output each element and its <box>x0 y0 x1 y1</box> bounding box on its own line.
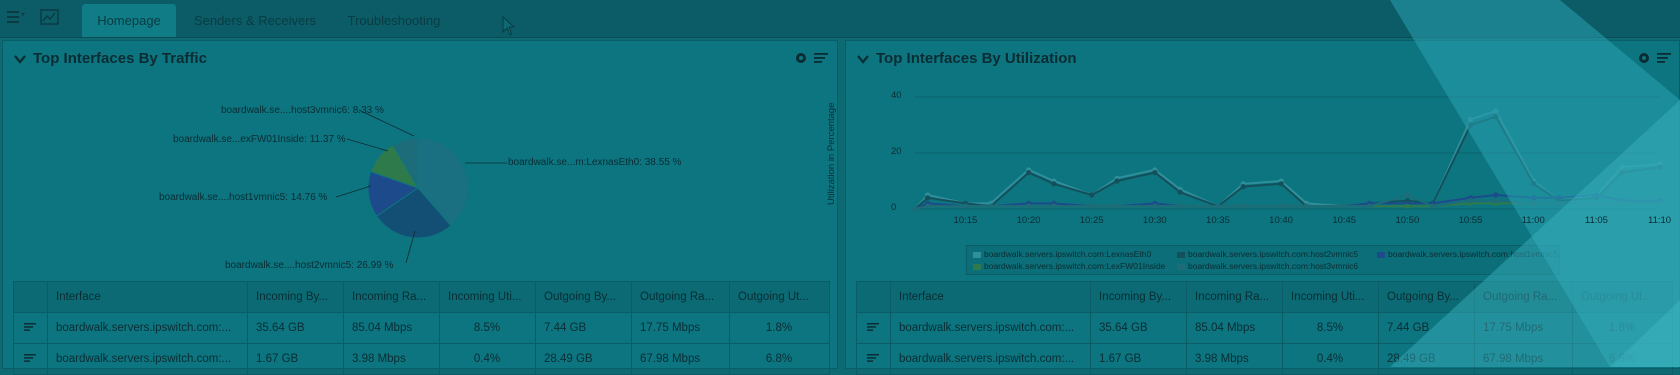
x-tick-label: 10:30 <box>1142 215 1167 226</box>
chart-legend: boardwalk.servers.ipswitch.com:LexnasEth… <box>966 245 1560 275</box>
data-point[interactable] <box>1404 203 1411 209</box>
data-point[interactable] <box>1594 200 1600 206</box>
legend-label: boardwalk.servers.ipswitch.com:host1vmni… <box>1388 249 1559 259</box>
data-point[interactable] <box>1531 181 1537 187</box>
data-point[interactable] <box>1303 203 1310 209</box>
x-tick-label: 10:20 <box>1016 215 1041 226</box>
data-point[interactable] <box>1152 170 1158 176</box>
data-point[interactable] <box>1493 192 1499 198</box>
legend-label: boardwalk.servers.ipswitch.com:host3vmni… <box>1188 261 1359 271</box>
legend-item[interactable]: boardwalk.servers.ipswitch.com:LexFW01In… <box>973 261 1165 271</box>
data-point[interactable] <box>1531 195 1537 201</box>
legend-swatch <box>973 263 981 270</box>
x-tick-label: 10:35 <box>1206 215 1230 226</box>
data-point[interactable] <box>1657 164 1663 170</box>
x-tick-label: 10:15 <box>953 215 978 226</box>
data-point[interactable] <box>1177 189 1183 195</box>
data-point[interactable] <box>1089 192 1095 198</box>
x-tick-label: 10:25 <box>1079 215 1104 226</box>
data-point[interactable] <box>1531 200 1537 206</box>
data-point[interactable] <box>1467 198 1474 204</box>
legend-label: boardwalk.servers.ipswitch.com:LexnasEth… <box>984 249 1152 259</box>
x-tick-label: 10:40 <box>1269 215 1293 226</box>
y-tick-label: 0 <box>891 202 897 213</box>
x-tick-label: 10:45 <box>1332 215 1357 226</box>
data-point[interactable] <box>1341 203 1347 209</box>
data-point[interactable] <box>925 195 931 201</box>
legend-swatch <box>973 251 981 258</box>
data-point[interactable] <box>1467 122 1474 128</box>
data-point[interactable] <box>1051 181 1057 187</box>
data-point[interactable] <box>1026 203 1032 209</box>
data-point[interactable] <box>1114 203 1120 209</box>
data-point[interactable] <box>912 206 918 212</box>
data-point[interactable] <box>1619 200 1625 206</box>
legend-item[interactable]: boardwalk.servers.ipswitch.com:host1vmni… <box>1377 249 1558 259</box>
utilization-line-chart <box>912 96 1663 212</box>
data-point[interactable] <box>1366 203 1373 209</box>
legend-item[interactable]: boardwalk.servers.ipswitch.com:host2vmni… <box>1177 249 1358 259</box>
x-tick-label: 11:00 <box>1521 215 1545 226</box>
data-point[interactable] <box>1278 181 1284 187</box>
data-point[interactable] <box>962 203 969 209</box>
series-line[interactable] <box>914 115 1661 210</box>
x-tick-label: 11:05 <box>1584 215 1608 226</box>
data-point[interactable] <box>1215 203 1221 209</box>
data-point[interactable] <box>988 203 994 209</box>
data-point[interactable] <box>1467 116 1474 122</box>
legend-swatch <box>1377 251 1385 258</box>
data-point[interactable] <box>925 203 931 209</box>
data-point[interactable] <box>1619 170 1625 176</box>
data-point[interactable] <box>1404 192 1411 198</box>
y-tick-label: 20 <box>891 146 902 157</box>
data-point[interactable] <box>1556 195 1562 201</box>
legend-swatch <box>1177 263 1185 270</box>
data-point[interactable] <box>1657 200 1663 206</box>
x-tick-label: 10:50 <box>1395 215 1420 226</box>
data-point[interactable] <box>1493 108 1499 114</box>
data-point[interactable] <box>1556 200 1562 206</box>
legend-item[interactable]: boardwalk.servers.ipswitch.com:LexnasEth… <box>973 249 1151 259</box>
legend-item[interactable]: boardwalk.servers.ipswitch.com:host3vmni… <box>1177 261 1358 271</box>
data-point[interactable] <box>1430 203 1436 209</box>
data-point[interactable] <box>1051 203 1057 209</box>
data-point[interactable] <box>1493 114 1499 120</box>
data-point[interactable] <box>1240 203 1246 209</box>
data-point[interactable] <box>1177 203 1183 209</box>
legend-swatch <box>1177 251 1185 258</box>
data-point[interactable] <box>1240 184 1246 190</box>
data-point[interactable] <box>1026 170 1032 176</box>
data-point[interactable] <box>1152 203 1158 209</box>
x-tick-label: 11:10 <box>1648 215 1672 226</box>
legend-label: boardwalk.servers.ipswitch.com:host2vmni… <box>1188 249 1359 259</box>
x-tick-label: 10:55 <box>1458 215 1483 226</box>
data-point[interactable] <box>1114 178 1120 184</box>
data-point[interactable] <box>1089 203 1095 209</box>
data-point[interactable] <box>1493 198 1499 204</box>
legend-label: boardwalk.servers.ipswitch.com:LexFW01In… <box>984 261 1166 271</box>
data-point[interactable] <box>1278 203 1284 209</box>
y-tick-label: 40 <box>891 90 902 101</box>
data-point[interactable] <box>1594 192 1600 198</box>
data-point[interactable] <box>1619 164 1625 170</box>
